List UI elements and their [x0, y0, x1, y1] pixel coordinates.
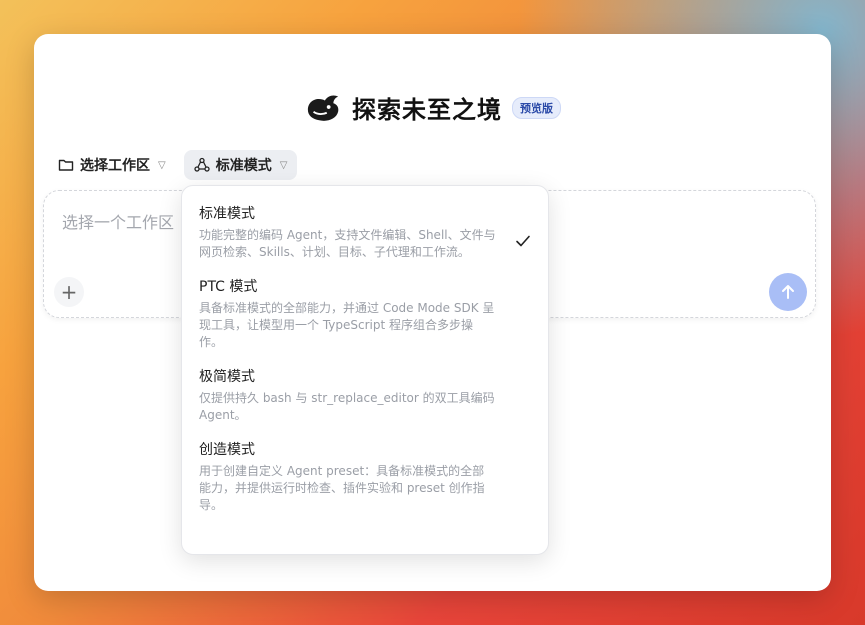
mode-option-desc: 具备标准模式的全部能力，并通过 Code Mode SDK 呈现工具，让模型用一…	[199, 301, 495, 349]
brand-title: 探索未至之境	[352, 96, 502, 124]
mode-option-title: PTC 模式	[199, 279, 258, 295]
checkmark-icon	[516, 235, 530, 247]
mode-option-desc: 用于创建自定义 Agent preset：具备标准模式的全部能力，并提供运行时检…	[199, 464, 485, 512]
composer-toolbar: 选择工作区 ▽ 标准模式 ▽	[54, 150, 298, 180]
mode-icon	[194, 157, 210, 172]
mode-option-title: 创造模式	[199, 442, 255, 458]
mode-option-ptc[interactable]: PTC 模式 具备标准模式的全部能力，并通过 Code Mode SDK 呈现工…	[182, 269, 548, 359]
folder-icon	[58, 159, 74, 171]
mode-selector[interactable]: 标准模式 ▽	[183, 150, 298, 180]
mode-dropdown-menu: 标准模式 功能完整的编码 Agent，支持文件编辑、Shell、文件与网页检索、…	[181, 185, 549, 555]
arrow-up-icon	[782, 285, 794, 299]
send-button[interactable]	[769, 273, 807, 311]
chevron-down-icon: ▽	[158, 159, 166, 171]
message-input[interactable]: 选择一个工作区	[62, 209, 174, 233]
app-window: 探索未至之境 预览版 选择工作区 ▽ 标准模式 ▽ 选择一个工作区 + 标准模式…	[34, 34, 831, 591]
mode-option-desc: 功能完整的编码 Agent，支持文件编辑、Shell、文件与网页检索、Skill…	[199, 228, 496, 259]
preview-badge: 预览版	[512, 96, 561, 119]
workspace-selector[interactable]: 选择工作区 ▽	[54, 150, 176, 180]
mode-option-standard[interactable]: 标准模式 功能完整的编码 Agent，支持文件编辑、Shell、文件与网页检索、…	[182, 196, 548, 269]
whale-icon	[307, 95, 339, 121]
mode-label: 标准模式	[215, 158, 272, 174]
mode-option-title: 标准模式	[199, 206, 255, 222]
plus-icon: +	[60, 280, 78, 304]
mode-option-title: 极简模式	[199, 369, 255, 385]
mode-option-minimal[interactable]: 极简模式 仅提供持久 bash 与 str_replace_editor 的双工…	[182, 359, 548, 432]
mode-option-desc: 仅提供持久 bash 与 str_replace_editor 的双工具编码 A…	[199, 391, 495, 422]
mode-option-creative[interactable]: 创造模式 用于创建自定义 Agent preset：具备标准模式的全部能力，并提…	[182, 432, 548, 522]
chevron-down-icon: ▽	[279, 159, 288, 171]
workspace-label: 选择工作区	[80, 158, 150, 174]
brand-header: 探索未至之境 预览版	[34, 90, 831, 125]
add-attachment-button[interactable]: +	[54, 277, 84, 307]
